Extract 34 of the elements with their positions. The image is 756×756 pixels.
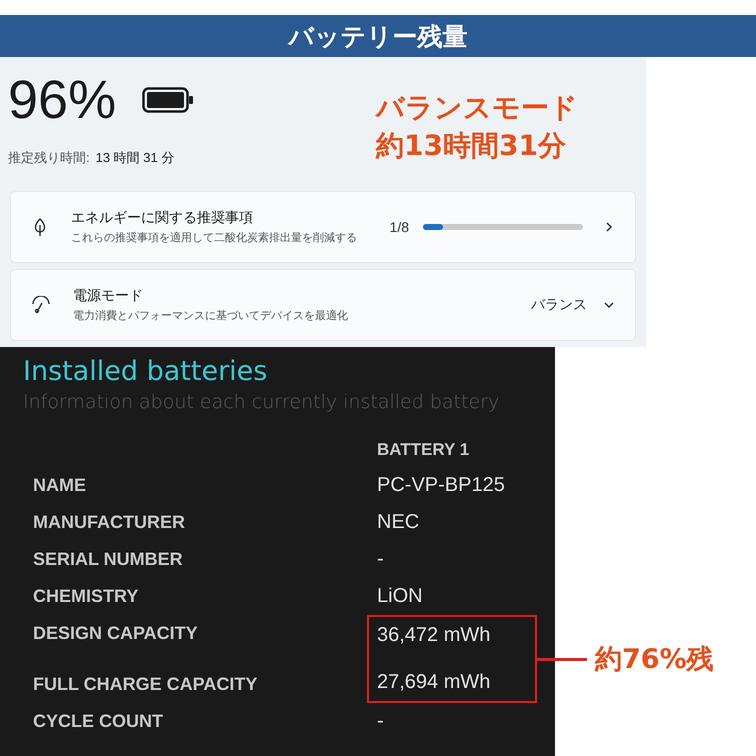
gauge-icon [31,296,51,314]
card-subtitle: 電力消費とパフォーマンスに基づいてデバイスを最適化 [73,308,349,323]
row-value: PC-VP-BP125 [377,473,506,498]
annotation-text: バランスモード [376,90,578,126]
row-label: CYCLE COUNT [32,710,164,733]
settings-card[interactable]: 電源モード 電力消費とパフォーマンスに基づいてデバイスを最適化 バランス [10,269,636,341]
estimate-value: 13 時間 31 分 [96,149,174,167]
row-value: NEC [377,510,420,535]
card-subtitle: これらの推奨事項を適用して二酸化炭素排出量を削減する [71,230,358,245]
row-label: FULL CHARGE CAPACITY [32,673,258,696]
row-value: 27,694 mWh [377,670,492,695]
annotation-text: 約13時間31分 [376,128,567,164]
battery-percent: 96% [8,73,116,127]
battery-icon [142,87,194,113]
row-value: - [377,709,385,734]
estimate-label: 推定残り時間: [8,149,90,167]
row-value: LiON [377,584,424,609]
column-header: BATTERY 1 [377,439,470,461]
report-subtitle: Information about each currently installed battery [23,390,500,415]
row-label: NAME [32,474,87,497]
card-title: エネルギーに関する推奨事項 [71,209,254,227]
row-label: SERIAL NUMBER [32,548,184,571]
settings-card[interactable]: エネルギーに関する推奨事項 これらの推奨事項を適用して二酸化炭素排出量を削減する 1/8 [10,191,636,263]
header-title: バッテリー残量 [0,15,756,57]
dropdown-value: バランス [531,296,587,314]
card-title: 電源モード [73,287,144,305]
progress-reading: 1/8 [390,219,409,235]
report-title: Installed batteries [23,355,268,389]
annotation-text: 約76%残 [595,643,714,677]
row-value: 36,472 mWh [377,623,492,648]
row-value: - [377,547,385,572]
row-label: CHEMISTRY [32,585,140,608]
row-label: DESIGN CAPACITY [32,622,199,645]
row-label: MANUFACTURER [32,511,186,534]
